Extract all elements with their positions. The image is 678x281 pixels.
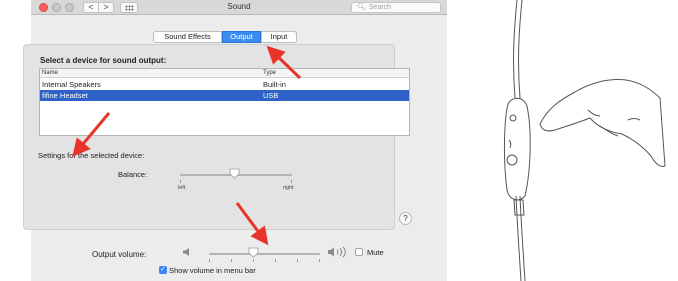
cable-top bbox=[513, 0, 518, 99]
magnifier-icon: 🔍︎ bbox=[357, 4, 366, 11]
help-button[interactable]: ? bbox=[399, 212, 412, 225]
mute-label: Mute bbox=[367, 248, 384, 257]
column-header-type[interactable]: Type bbox=[263, 70, 276, 76]
volume-tick bbox=[297, 259, 298, 262]
search-placeholder: Search bbox=[368, 4, 392, 11]
device-name: Internal Speakers bbox=[42, 80, 101, 89]
tab-input[interactable]: Input bbox=[261, 31, 297, 43]
mute-checkbox[interactable] bbox=[355, 248, 363, 256]
select-device-heading: Select a device for sound output: bbox=[40, 56, 167, 65]
output-volume-slider[interactable] bbox=[209, 253, 320, 255]
cable-clip bbox=[513, 199, 525, 216]
remote-button-top bbox=[509, 114, 517, 122]
volume-tick bbox=[253, 259, 254, 262]
balance-tick-left bbox=[180, 180, 181, 183]
device-name: fifine Headset bbox=[42, 91, 88, 100]
output-volume-knob[interactable] bbox=[248, 247, 259, 258]
show-volume-checkbox[interactable]: ✓ bbox=[159, 266, 167, 274]
balance-right-label: right bbox=[283, 185, 294, 191]
column-header-name[interactable]: Name bbox=[42, 70, 58, 76]
tab-sound-effects[interactable]: Sound Effects bbox=[153, 31, 222, 43]
balance-left-label: left bbox=[178, 185, 186, 191]
tab-output[interactable]: Output bbox=[222, 31, 261, 43]
output-device-table[interactable]: Name Type Internal Speakers Built-in fif… bbox=[39, 68, 410, 136]
balance-slider-knob[interactable] bbox=[229, 168, 240, 179]
device-type: Built-in bbox=[263, 80, 286, 89]
device-type: USB bbox=[263, 91, 279, 100]
cable-bottom-2 bbox=[519, 195, 526, 281]
cable-top-2 bbox=[518, 0, 523, 99]
table-header: Name Type bbox=[40, 69, 409, 78]
title-bar: < > Sound 🔍︎ Search bbox=[31, 0, 447, 15]
search-field[interactable]: 🔍︎ Search bbox=[351, 2, 441, 13]
show-volume-label: Show volume in menu bar bbox=[169, 266, 256, 275]
hand bbox=[539, 79, 666, 167]
headset-remote-illustration bbox=[503, 0, 666, 281]
speaker-low-icon bbox=[183, 248, 189, 256]
volume-tick bbox=[319, 259, 320, 262]
hand-finger-crease bbox=[587, 109, 601, 117]
speaker-high-icon bbox=[328, 246, 346, 258]
device-settings-heading: Settings for the selected device: bbox=[38, 151, 145, 160]
hand-knuckle bbox=[627, 118, 641, 121]
remote-body bbox=[503, 97, 531, 201]
balance-label: Balance: bbox=[118, 170, 148, 179]
device-row-fifine-headset[interactable]: fifine Headset USB bbox=[40, 90, 409, 101]
device-row-internal-speakers[interactable]: Internal Speakers Built-in bbox=[40, 79, 409, 90]
volume-tick bbox=[209, 259, 210, 262]
remote-button-bottom bbox=[506, 154, 518, 166]
volume-tick bbox=[231, 259, 232, 262]
remote-switch bbox=[508, 139, 512, 149]
volume-tick bbox=[275, 259, 276, 262]
balance-tick-right bbox=[291, 180, 292, 183]
output-volume-label: Output volume: bbox=[92, 250, 147, 259]
